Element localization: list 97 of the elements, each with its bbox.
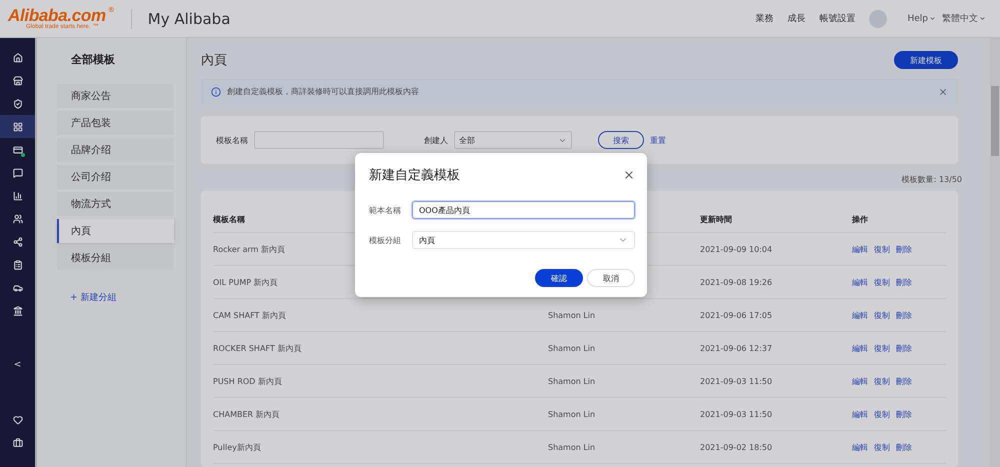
dialog-title: 新建自定義模板 (369, 167, 460, 184)
shield-icon[interactable] (12, 98, 22, 108)
action-link[interactable]: 編輯 (852, 276, 868, 288)
action-link[interactable]: 刪除 (896, 442, 912, 452)
table-cell-text: Shamon Lin (548, 410, 596, 418)
help-menu[interactable]: Help (907, 14, 936, 24)
action-link[interactable]: 編輯 (852, 342, 868, 354)
caret-icon (979, 15, 986, 22)
action-link[interactable]: 復制 (874, 442, 890, 452)
app-title: My Alibaba (148, 10, 230, 28)
action-link[interactable]: 刪除 (896, 376, 912, 386)
store-icon[interactable] (12, 76, 22, 86)
action-link[interactable]: 復制 (874, 342, 890, 354)
close-icon[interactable] (938, 86, 948, 96)
sidebar-item[interactable]: 产品包装 (57, 111, 174, 135)
confirm-button[interactable]: 確認 (535, 269, 583, 287)
sidebar-item[interactable]: 品牌介绍 (57, 138, 174, 162)
language-menu[interactable]: 繁體中文 (942, 12, 986, 25)
add-group-link[interactable]: + 新建分組 (70, 291, 116, 304)
table-cell-text: Rocker arm 新內頁 (213, 244, 286, 254)
table-cell-text: CHAMBER 新內頁 (213, 408, 281, 420)
table-cell-text: Shamon Lin (548, 376, 596, 386)
field-label: 範本名稱 (369, 204, 402, 216)
home-icon[interactable] (12, 52, 22, 62)
table-cell-text: OIL PUMP 新內頁 (213, 276, 279, 288)
action-link[interactable]: 編輯 (852, 310, 868, 320)
page-title: 內頁 (201, 52, 227, 69)
action-link[interactable]: 復制 (874, 276, 890, 288)
table-cell-text: Shamon Lin (548, 442, 596, 452)
action-link[interactable]: 編輯 (852, 442, 868, 452)
sidebar-item[interactable]: 模板分組 (57, 246, 174, 270)
rail-button[interactable] (0, 115, 35, 138)
table-cell-text: 2021-09-06 12:37 (700, 344, 774, 352)
table-cell-text: Shamon Lin (548, 310, 596, 320)
action-link[interactable]: 刪除 (896, 310, 912, 320)
action-link[interactable]: 編輯 (852, 244, 868, 254)
action-link[interactable]: 復制 (874, 408, 890, 420)
table-cell-text: ROCKER SHAFT 新內頁 (213, 342, 302, 354)
cancel-button[interactable]: 取消 (587, 269, 635, 287)
table-cell-text: 2021-09-08 19:26 (700, 278, 774, 286)
sidebar-item[interactable]: 商家公告 (57, 84, 174, 108)
table-cell-text: Pulley新內頁 (213, 442, 262, 452)
car-icon[interactable] (12, 282, 22, 292)
sidebar-item[interactable]: 內頁 (57, 219, 174, 243)
notice-text: 創建自定義模板，商詳裝修時可以直接調用此模板內容 (227, 86, 420, 97)
new-template-button[interactable]: 新建模板 (894, 51, 958, 69)
action-link[interactable]: 刪除 (896, 342, 912, 354)
field-label: 模板分組 (369, 234, 402, 246)
table-cell-text: 2021-09-03 11:50 (700, 410, 774, 418)
action-link[interactable]: 編輯 (852, 408, 868, 420)
chat-icon[interactable] (12, 168, 22, 178)
table-cell-text: 2021-09-09 10:04 (700, 244, 774, 254)
clipboard-icon[interactable] (12, 260, 22, 270)
sidebar-item[interactable]: 公司介绍 (57, 165, 174, 189)
column-header: 更新時間 (700, 214, 733, 225)
name-input-field[interactable] (254, 131, 384, 149)
table-cell-text: PUSH ROD 新內頁 (213, 376, 283, 386)
sidebar-title: 全部模板 (71, 52, 116, 67)
nav-link[interactable]: 成長 (787, 12, 806, 25)
field-label: 創建人 (424, 134, 448, 146)
action-link[interactable]: 復制 (874, 310, 890, 320)
close-icon[interactable] (623, 169, 635, 181)
action-link[interactable]: 刪除 (896, 408, 912, 420)
action-link[interactable]: 復制 (874, 376, 890, 386)
bank-icon[interactable] (12, 306, 22, 316)
scrollbar[interactable] (990, 38, 1000, 467)
sidebar-item[interactable]: 物流方式 (57, 192, 174, 216)
creator-select[interactable]: 全部 (454, 131, 572, 149)
grid-icon[interactable] (12, 122, 22, 132)
users-icon[interactable] (12, 214, 22, 224)
table-cell-text: 2021-09-06 17:05 (700, 310, 774, 320)
reset-link[interactable]: 重置 (650, 134, 666, 146)
heart-icon[interactable] (12, 414, 22, 424)
table-cell-text: CAM SHAFT 新內頁 (213, 310, 287, 320)
collapse-button[interactable]: < (14, 360, 22, 370)
action-link[interactable]: 刪除 (896, 244, 912, 254)
info-icon (211, 86, 221, 96)
caret-icon (929, 15, 936, 22)
action-link[interactable]: 編輯 (852, 376, 868, 386)
briefcase-icon[interactable] (12, 438, 22, 448)
table-cell-text: 2021-09-02 18:50 (700, 442, 774, 452)
card-icon[interactable] (12, 144, 22, 154)
nav-link[interactable]: 帳號設置 (819, 12, 856, 25)
group-select[interactable]: 內頁 (412, 231, 635, 249)
template-count: 模板數量: 13/50 (902, 174, 962, 185)
column-header: 模板名稱 (213, 214, 246, 225)
nav-link[interactable]: 業務 (755, 12, 774, 25)
share-icon[interactable] (12, 236, 22, 246)
column-header: 操作 (852, 214, 869, 225)
name-input-field[interactable]: OOO產品內頁 (412, 201, 635, 219)
bar-chart-icon[interactable] (12, 190, 22, 200)
table-cell-text: Shamon Lin (548, 344, 596, 352)
action-link[interactable]: 刪除 (896, 276, 912, 288)
field-label: 模板名稱 (216, 134, 248, 146)
action-link[interactable]: 復制 (874, 244, 890, 254)
search-button[interactable]: 搜索 (598, 131, 644, 149)
table-cell-text: 2021-09-03 11:50 (700, 376, 774, 386)
